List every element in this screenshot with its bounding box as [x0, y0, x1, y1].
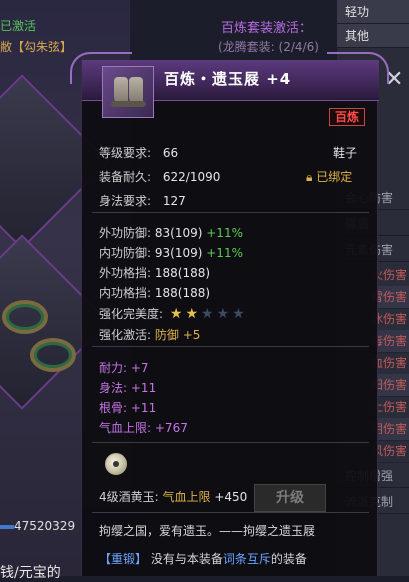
activation-bonus: +5: [182, 328, 201, 342]
attr-value: +11: [130, 381, 157, 395]
perfection-label: 强化完美度:: [99, 307, 164, 321]
durability-value: 622/1090: [162, 170, 221, 184]
durability: 装备耐久: 622/1090: [99, 168, 220, 185]
attribute-row: 气血上限: +767: [99, 419, 188, 436]
star-empty-icon: ★: [216, 306, 230, 322]
stat-bonus: +11%: [206, 246, 243, 260]
level-req-value: 66: [162, 146, 179, 160]
stat-value: 83(109): [154, 226, 203, 240]
stat-label: 内功防御:: [99, 246, 152, 260]
gem-hole: [113, 461, 119, 467]
defense-row: 外功格挡: 188(188): [99, 264, 210, 281]
stat-label: 外功格挡:: [99, 266, 152, 280]
attr-label: 根骨:: [99, 401, 128, 415]
reforge-tag: 【重锻】: [99, 552, 148, 566]
upgrade-button[interactable]: 升级: [254, 484, 326, 512]
divider: [92, 212, 369, 213]
lock-icon: 🔒︎: [306, 170, 313, 184]
boot-sole: [126, 101, 146, 107]
boots-icon: [102, 66, 154, 118]
star-empty-icon: ★: [232, 306, 245, 322]
attribute-row: 根骨: +11: [99, 399, 156, 416]
stat-value: 188(188): [154, 286, 211, 300]
stat-value: 93(109): [154, 246, 203, 260]
defense-row: 内功格挡: 188(188): [99, 284, 210, 301]
quality-badge: 百炼: [329, 108, 365, 126]
attr-value: +11: [130, 401, 157, 415]
set-active-status: 已激活: [0, 19, 37, 33]
item-tooltip: 百炼・遗玉屐 +4 百炼 等级要求: 66 鞋子 装备耐久: 622/1090 …: [70, 52, 389, 576]
equipment-slot: 鞋子: [333, 146, 358, 160]
reforge-link[interactable]: 词条互斥: [223, 552, 271, 566]
reforge-note: 【重锻】 没有与本装备词条互斥的装备: [99, 550, 307, 567]
stat-label: 外功防御:: [99, 226, 152, 240]
agility-req-label: 身法要求:: [99, 194, 152, 208]
gem-row: 4级酒黄玉: 气血上限 +450: [99, 488, 247, 505]
attr-value: +767: [154, 421, 188, 435]
currency-label: 钱/元宝的: [0, 565, 61, 581]
tab-other[interactable]: 其他: [337, 24, 409, 48]
defense-row: 外功防御: 83(109) +11%: [99, 224, 243, 241]
gem-stat: 气血上限: [162, 490, 211, 504]
perfection-row: 强化完美度: ★ ★ ★ ★ ★: [99, 305, 245, 322]
attr-label: 气血上限:: [99, 421, 152, 435]
tab-qinggong[interactable]: 轻功: [337, 0, 409, 24]
divider: [92, 346, 369, 347]
agility-requirement: 身法要求: 127: [99, 192, 186, 209]
attr-value: +7: [130, 361, 149, 375]
star-empty-icon: ★: [201, 306, 214, 322]
attr-label: 耐力:: [99, 361, 128, 375]
divider: [92, 512, 369, 513]
activation-row: 强化激活: 防御 +5: [99, 326, 200, 343]
reforge-text-end: 的装备: [270, 552, 307, 566]
progress-bar: [0, 525, 14, 529]
star-filled-icon: ★: [169, 306, 183, 322]
ornament-right: [327, 52, 389, 84]
currency-amount: 47520329: [14, 519, 76, 533]
attribute-row: 身法: +11: [99, 379, 156, 396]
level-req-label: 等级要求:: [99, 146, 152, 160]
ring-icon[interactable]: [30, 338, 76, 372]
set-name: 敝【勾朱弦】: [0, 40, 73, 54]
item-title: 百炼・遗玉屐 +4: [164, 70, 292, 88]
activation-stat: 防御: [154, 328, 179, 342]
set-bonus-title: 百炼套装激活：: [221, 21, 313, 36]
perfection-stars: ★ ★ ★ ★ ★: [167, 306, 245, 322]
bound-label: 已绑定: [316, 170, 353, 184]
stat-label: 内功格挡:: [99, 286, 152, 300]
set-bonus-progress: (龙腾套装: (2/4/6): [218, 40, 319, 54]
stat-bonus: +11%: [206, 226, 243, 240]
ring-icon[interactable]: [2, 300, 48, 334]
jade-gem-icon: [105, 453, 127, 475]
activation-label: 强化激活:: [99, 328, 152, 342]
stat-value: 188(188): [154, 266, 211, 280]
durability-label: 装备耐久:: [99, 170, 152, 184]
defense-row: 内功防御: 93(109) +11%: [99, 244, 243, 261]
divider: [92, 442, 369, 443]
level-requirement: 等级要求: 66: [99, 144, 178, 161]
attribute-row: 耐力: +7: [99, 359, 149, 376]
agility-req-value: 127: [162, 194, 186, 208]
flavor-text: 拘缨之国，爱有遗玉。——拘缨之遗玉屐: [99, 524, 316, 538]
gem-value: +450: [214, 490, 248, 504]
bound-status: 🔒︎ 已绑定: [306, 168, 352, 185]
reforge-text: 没有与本装备: [150, 552, 223, 566]
gem-label: 4级酒黄玉:: [99, 490, 159, 504]
star-filled-icon: ★: [185, 306, 198, 322]
attr-label: 身法:: [99, 381, 128, 395]
